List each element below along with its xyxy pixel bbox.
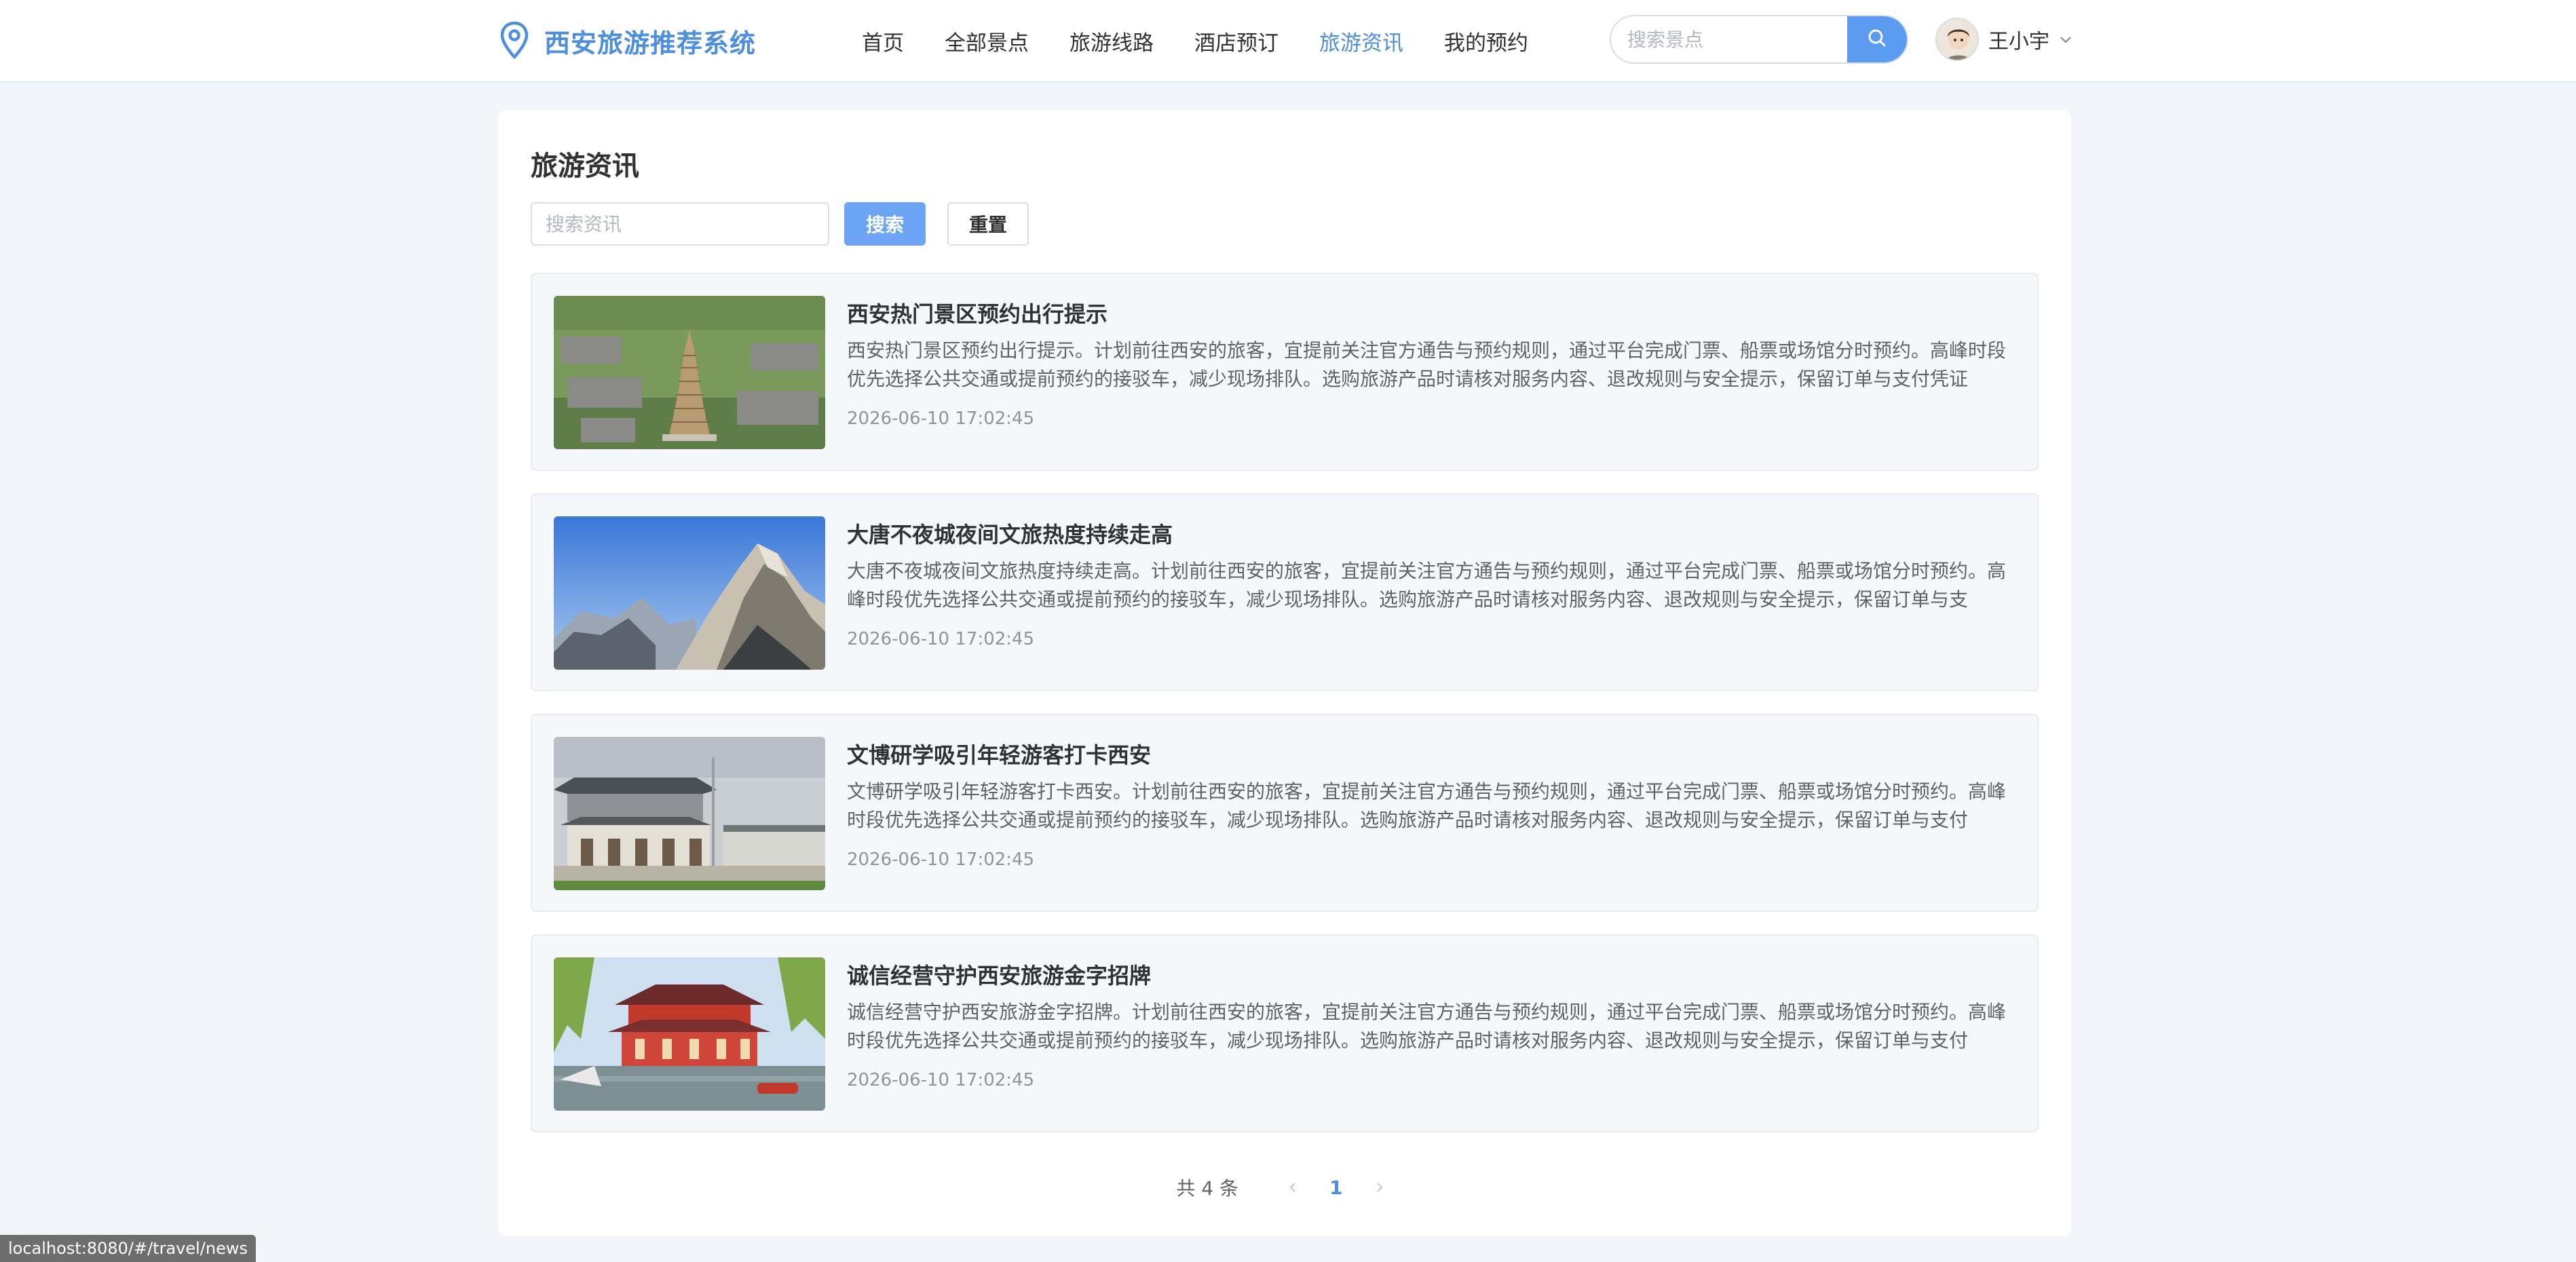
news-title[interactable]: 大唐不夜城夜间文旅热度持续走高: [847, 518, 1173, 549]
news-filter-bar: 搜索 重置: [531, 202, 1029, 246]
search-button[interactable]: 搜索: [844, 202, 926, 246]
page-title: 旅游资讯: [531, 151, 639, 182]
prev-page-button[interactable]: [1279, 1174, 1306, 1201]
site-logo[interactable]: 西安旅游推荐系统: [498, 20, 756, 61]
news-thumbnail-mountain[interactable]: [554, 516, 825, 670]
news-summary: 文博研学吸引年轻游客打卡西安。计划前往西安的旅客，宜提前关注官方通告与预约规则，…: [847, 780, 2007, 831]
news-summary: 诚信经营守护西安旅游金字招牌。计划前往西安的旅客，宜提前关注官方通告与预约规则，…: [847, 1001, 2007, 1052]
news-title[interactable]: 西安热门景区预约出行提示: [847, 297, 1107, 328]
news-date: 2026-06-10 17:02:45: [847, 629, 1035, 649]
nav-travel-routes[interactable]: 旅游线路: [1069, 26, 1154, 56]
location-pin-icon: [498, 20, 531, 61]
next-page-button[interactable]: [1366, 1174, 1393, 1201]
news-panel: 旅游资讯 搜索 重置: [498, 110, 2071, 1236]
news-title[interactable]: 文博研学吸引年轻游客打卡西安: [847, 738, 1151, 769]
attraction-search-input[interactable]: [1611, 16, 1842, 62]
nav-my-reservations[interactable]: 我的预约: [1444, 26, 1528, 56]
news-item[interactable]: 大唐不夜城夜间文旅热度持续走高 大唐不夜城夜间文旅热度持续走高。计划前往西安的旅…: [531, 493, 2039, 691]
news-summary: 大唐不夜城夜间文旅热度持续走高。计划前往西安的旅客，宜提前关注官方通告与预约规则…: [847, 560, 2007, 611]
news-search-input[interactable]: [531, 202, 829, 246]
total-count: 共 4 条: [1176, 1177, 1239, 1200]
chevron-down-icon: [2058, 31, 2074, 47]
news-summary: 西安热门景区预约出行提示。计划前往西安的旅客，宜提前关注官方通告与预约规则，通过…: [847, 339, 2007, 390]
chevron-left-icon: [1289, 1183, 1295, 1192]
reset-button[interactable]: 重置: [947, 202, 1029, 246]
search-icon: [1866, 27, 1888, 52]
news-date: 2026-06-10 17:02:45: [847, 849, 1035, 870]
header-search-button[interactable]: [1847, 16, 1907, 62]
page-number-current[interactable]: 1: [1329, 1177, 1342, 1199]
news-title[interactable]: 诚信经营守护西安旅游金字招牌: [847, 959, 1151, 990]
nav-home[interactable]: 首页: [862, 26, 904, 56]
status-bar-url: localhost:8080/#/travel/news: [0, 1235, 256, 1262]
nav-hotel-booking[interactable]: 酒店预订: [1194, 26, 1278, 56]
header-search: [1610, 15, 1908, 64]
news-thumbnail-pavilion[interactable]: [554, 957, 825, 1111]
nav-travel-news[interactable]: 旅游资讯: [1319, 26, 1403, 56]
top-navbar: 西安旅游推荐系统 首页 全部景点 旅游线路 酒店预订 旅游资讯 我的预约 搜索景…: [0, 0, 2576, 83]
news-list: 西安热门景区预约出行提示 西安热门景区预约出行提示。计划前往西安的旅客，宜提前关…: [531, 273, 2039, 1155]
news-thumbnail-pagoda[interactable]: [554, 296, 825, 449]
user-name: 王小宇: [1988, 30, 2049, 54]
main-nav: 首页 全部景点 旅游线路 酒店预订 旅游资讯 我的预约: [862, 20, 1569, 61]
news-thumbnail-museum[interactable]: [554, 737, 825, 890]
avatar: [1935, 18, 1979, 61]
user-menu[interactable]: 王小宇: [1935, 18, 2074, 61]
news-item[interactable]: 文博研学吸引年轻游客打卡西安 文博研学吸引年轻游客打卡西安。计划前往西安的旅客，…: [531, 714, 2039, 912]
news-date: 2026-06-10 17:02:45: [847, 408, 1035, 429]
nav-all-attractions[interactable]: 全部景点: [945, 26, 1029, 56]
site-title: 西安旅游推荐系统: [544, 28, 757, 58]
news-item[interactable]: 诚信经营守护西安旅游金字招牌 诚信经营守护西安旅游金字招牌。计划前往西安的旅客，…: [531, 934, 2039, 1132]
pagination: 共 4 条 1: [498, 1167, 2071, 1208]
news-date: 2026-06-10 17:02:45: [847, 1070, 1035, 1090]
chevron-right-icon: [1376, 1183, 1382, 1192]
news-item[interactable]: 西安热门景区预约出行提示 西安热门景区预约出行提示。计划前往西安的旅客，宜提前关…: [531, 273, 2039, 471]
